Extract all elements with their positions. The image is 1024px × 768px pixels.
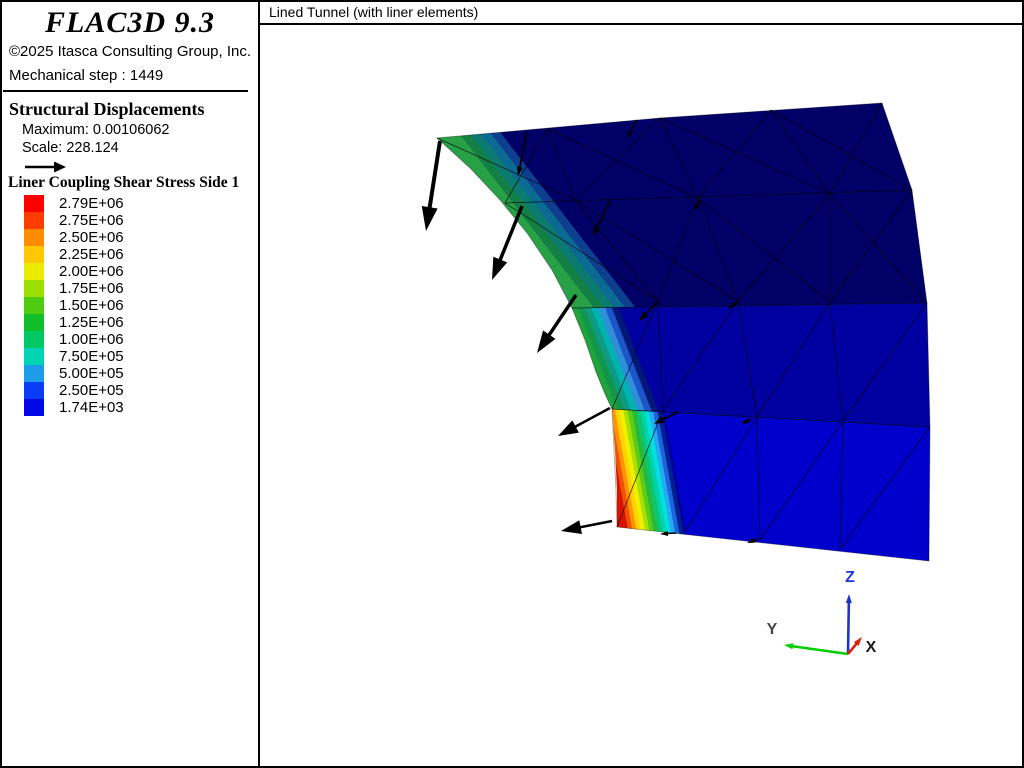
axis-label-x: X: [866, 639, 877, 656]
flac3d-window: FLAC3D 9.3 ©2025 Itasca Consulting Group…: [0, 0, 1024, 768]
tunnel-liner-shell: [435, 102, 931, 562]
axis-label-y: Y: [767, 621, 778, 638]
axis-triad: Z Y X: [767, 569, 877, 656]
model-viewport[interactable]: Z Y X: [2, 2, 1022, 766]
axis-label-z: Z: [845, 569, 855, 586]
